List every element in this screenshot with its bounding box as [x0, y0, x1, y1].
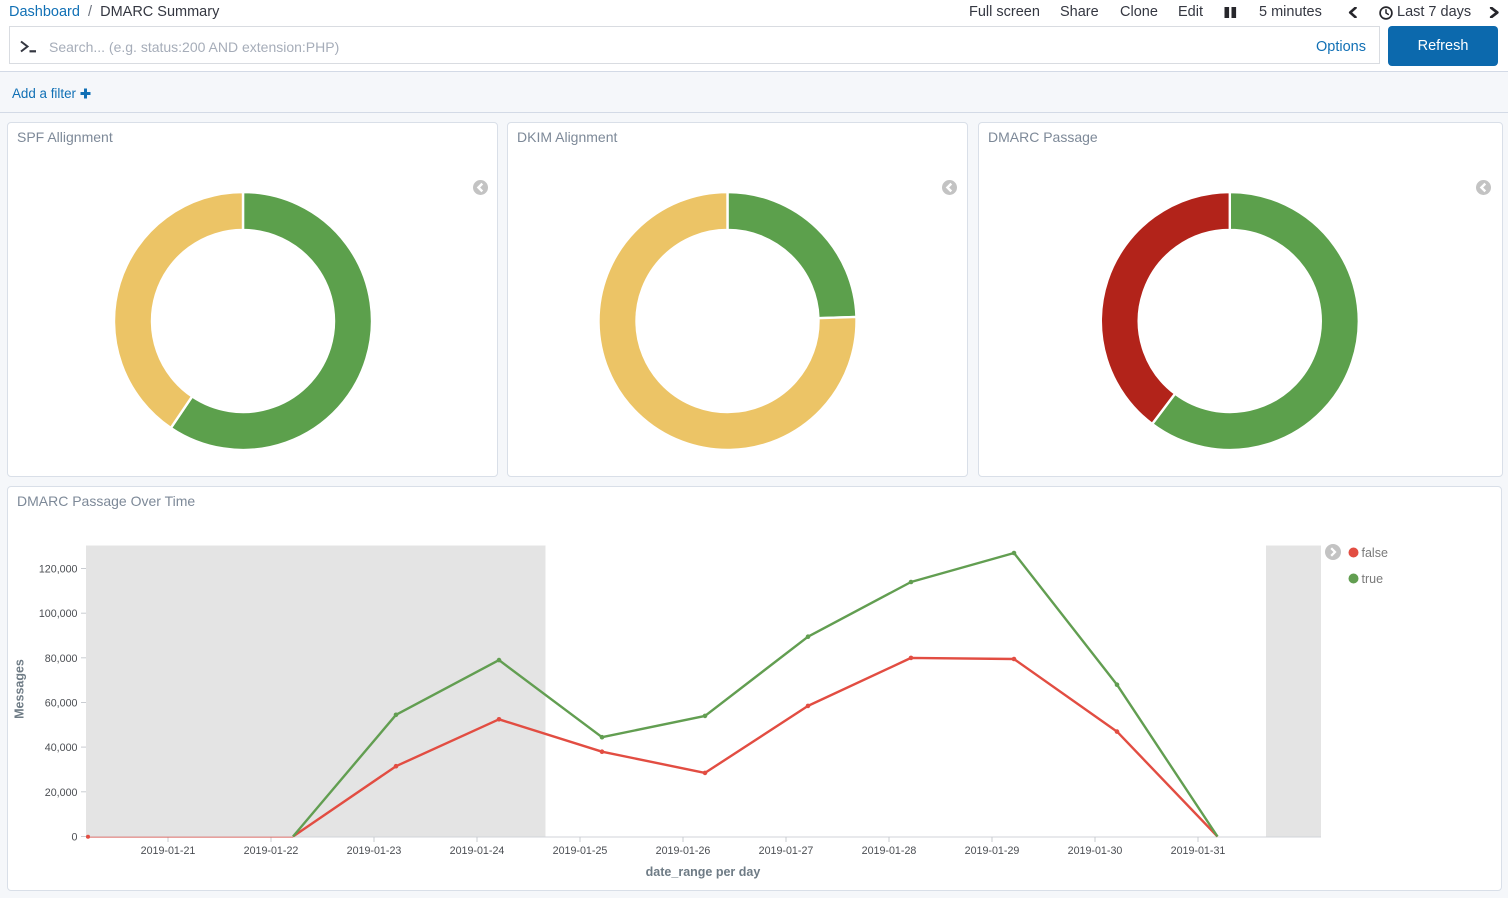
svg-text:2019-01-26: 2019-01-26	[656, 845, 711, 857]
svg-text:100,000: 100,000	[39, 608, 78, 620]
svg-text:120,000: 120,000	[39, 564, 78, 576]
svg-text:false: false	[1362, 546, 1388, 560]
svg-text:2019-01-23: 2019-01-23	[347, 845, 402, 857]
svg-text:80,000: 80,000	[45, 653, 78, 665]
svg-text:2019-01-25: 2019-01-25	[553, 845, 608, 857]
svg-text:40,000: 40,000	[45, 742, 78, 754]
svg-text:Messages: Messages	[13, 659, 27, 719]
svg-text:2019-01-22: 2019-01-22	[244, 845, 299, 857]
svg-text:2019-01-24: 2019-01-24	[450, 845, 505, 857]
svg-text:2019-01-31: 2019-01-31	[1171, 845, 1226, 857]
svg-text:date_range per day: date_range per day	[646, 865, 761, 879]
svg-text:2019-01-29: 2019-01-29	[965, 845, 1020, 857]
svg-text:2019-01-27: 2019-01-27	[759, 845, 814, 857]
svg-text:60,000: 60,000	[45, 698, 78, 710]
svg-text:0: 0	[72, 832, 78, 844]
svg-text:2019-01-30: 2019-01-30	[1068, 845, 1123, 857]
svg-text:2019-01-21: 2019-01-21	[141, 845, 196, 857]
svg-text:true: true	[1362, 572, 1384, 586]
svg-text:2019-01-28: 2019-01-28	[862, 845, 917, 857]
svg-text:20,000: 20,000	[45, 787, 78, 799]
